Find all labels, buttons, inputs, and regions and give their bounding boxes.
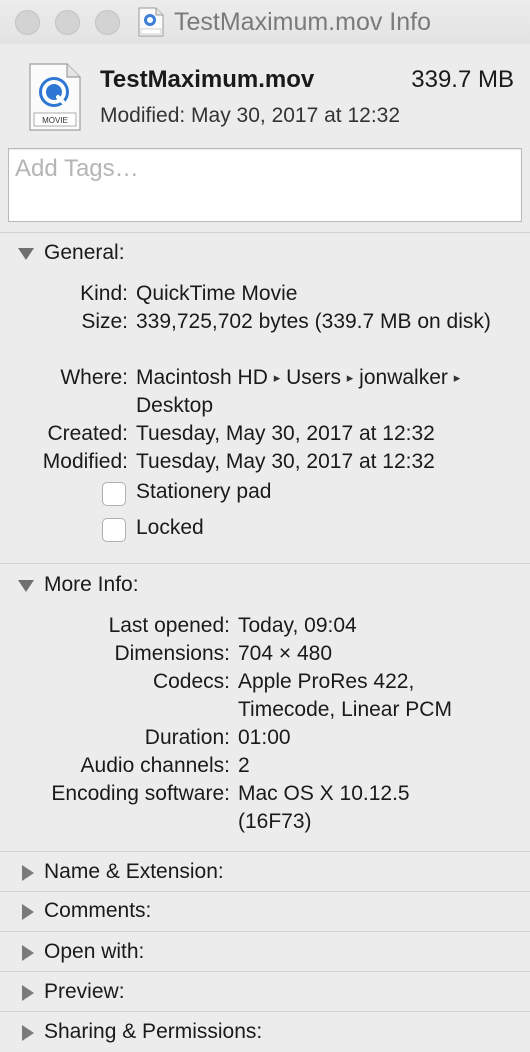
section-preview[interactable]: Preview:	[0, 973, 530, 1011]
where-label: Where:	[60, 366, 128, 389]
file-name: TestMaximum.mov	[100, 66, 315, 93]
disclosure-triangle-down-icon[interactable]	[18, 248, 34, 260]
section-name-extension[interactable]: Name & Extension:	[0, 853, 530, 891]
path-separator-icon: ▸	[273, 370, 281, 385]
zoom-icon[interactable]	[95, 10, 120, 35]
size-label: Size:	[81, 310, 128, 333]
section-comments[interactable]: Comments:	[0, 892, 530, 930]
divider	[0, 563, 530, 564]
last-opened-value: Today, 09:04	[238, 614, 357, 637]
path-separator-icon: ▸	[453, 370, 461, 385]
divider	[0, 931, 530, 932]
last-opened-label: Last opened:	[108, 614, 230, 637]
divider	[0, 971, 530, 972]
section-label: Comments:	[44, 899, 152, 922]
section-sharing-permissions[interactable]: Sharing & Permissions:	[0, 1013, 530, 1051]
created-label: Created:	[47, 422, 128, 445]
divider	[0, 232, 530, 233]
codecs-label: Codecs:	[152, 670, 230, 693]
kind-label: Kind:	[80, 282, 128, 305]
disclosure-triangle-right-icon[interactable]	[22, 945, 34, 961]
kind-value: QuickTime Movie	[136, 282, 298, 305]
tags-placeholder: Add Tags…	[15, 155, 139, 182]
duration-label: Duration:	[144, 726, 230, 749]
stationery-pad-label[interactable]: Stationery pad	[136, 480, 271, 504]
section-label: General:	[44, 241, 125, 264]
section-label: Name & Extension:	[44, 860, 224, 883]
duration-value: 01:00	[238, 726, 291, 749]
section-label: Preview:	[44, 980, 125, 1003]
disclosure-triangle-right-icon[interactable]	[22, 985, 34, 1001]
locked-label[interactable]: Locked	[136, 516, 204, 540]
minimize-icon[interactable]	[55, 10, 80, 35]
codecs-value: Apple ProRes 422, Timecode, Linear PCM	[238, 670, 452, 721]
modified-label: Modified:	[42, 450, 128, 473]
disclosure-triangle-right-icon[interactable]	[22, 865, 34, 881]
path-separator-icon: ▸	[346, 370, 354, 385]
size-value: 339,725,702 bytes (339.7 MB on disk)	[136, 310, 491, 333]
quicktime-movie-icon[interactable]: MOVIE	[27, 62, 83, 132]
tags-field[interactable]: Add Tags…	[8, 148, 522, 222]
section-label: Sharing & Permissions:	[44, 1020, 263, 1043]
file-size: 339.7 MB	[411, 66, 514, 93]
section-open-with[interactable]: Open with:	[0, 933, 530, 971]
section-more-info[interactable]: More Info:	[0, 566, 530, 604]
disclosure-triangle-right-icon[interactable]	[22, 904, 34, 920]
stationery-pad-checkbox[interactable]	[102, 482, 126, 506]
path-component: Macintosh HD	[136, 366, 268, 389]
section-label: Open with:	[44, 940, 145, 963]
audio-channels-label: Audio channels:	[80, 754, 230, 777]
window-title: TestMaximum.mov Info	[174, 8, 432, 36]
path-component: jonwalker	[359, 366, 448, 389]
disclosure-triangle-down-icon[interactable]	[18, 580, 34, 592]
file-icon-label: MOVIE	[42, 116, 68, 125]
audio-channels-value: 2	[238, 754, 250, 777]
disclosure-triangle-right-icon[interactable]	[22, 1025, 34, 1041]
encoding-software-value: Mac OS X 10.12.5 (16F73)	[238, 782, 410, 833]
created-value: Tuesday, May 30, 2017 at 12:32	[136, 422, 435, 445]
dimensions-label: Dimensions:	[114, 642, 230, 665]
where-value: Macintosh HD ▸ Users ▸ jonwalker ▸ Deskt…	[136, 364, 516, 420]
divider	[0, 1011, 530, 1012]
dimensions-value: 704 × 480	[238, 642, 333, 665]
section-label: More Info:	[44, 573, 139, 596]
section-general[interactable]: General:	[0, 234, 530, 272]
modified-date: Modified: May 30, 2017 at 12:32	[100, 104, 401, 127]
locked-checkbox[interactable]	[102, 518, 126, 542]
encoding-software-label: Encoding software:	[51, 782, 230, 805]
quicktime-movie-icon[interactable]	[138, 7, 164, 37]
close-icon[interactable]	[15, 10, 40, 35]
path-component: Users	[286, 366, 341, 389]
modified-value: Tuesday, May 30, 2017 at 12:32	[136, 450, 435, 473]
divider	[0, 851, 530, 852]
title-bar[interactable]: TestMaximum.mov Info	[0, 0, 530, 44]
path-component: Desktop	[136, 394, 214, 417]
